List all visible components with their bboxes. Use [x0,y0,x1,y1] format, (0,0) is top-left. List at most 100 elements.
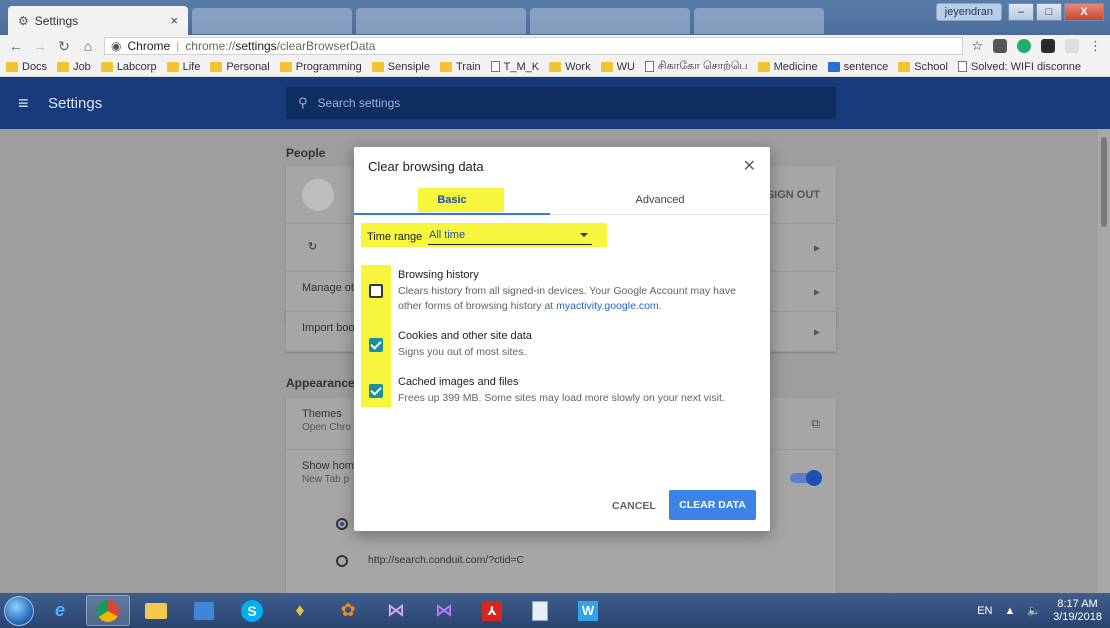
bookmark-item[interactable]: Docs [6,61,47,73]
menu-hamburger-icon[interactable]: ≡ [18,93,38,114]
folder-icon [279,61,292,72]
bookmark-label: Personal [226,60,270,73]
tray-expand-icon[interactable]: ▲ [1004,605,1015,617]
grammarly-icon[interactable] [1017,39,1031,53]
row-label: Manage ot [302,282,354,294]
sign-out-button[interactable]: SIGN OUT [767,189,820,201]
close-icon[interactable]: ✕ [743,156,756,176]
dropdown-caret-icon [580,233,588,237]
show-home-toggle[interactable] [790,470,822,486]
skype-icon[interactable]: S [230,595,274,626]
bookmark-item[interactable]: Sensiple [371,61,430,73]
radio-new-tab[interactable] [336,518,348,530]
bookmark-item[interactable]: WU [600,60,635,73]
language-indicator[interactable]: EN [977,605,992,617]
folder-icon [898,61,911,72]
windows-taskbar: e S ♦ ✿ ⋈ ⋈ ⅄ W EN ▲ 🔈 8:17 AM 3/19/2018 [0,593,1110,628]
page-scrollbar[interactable] [1098,129,1110,593]
time-range-select[interactable]: All time [428,229,592,245]
bookmark-item[interactable]: Medicine [757,61,818,73]
browsing-history-checkbox[interactable] [369,284,383,298]
option-title: Cookies and other site data [398,330,532,342]
folder-icon [166,61,179,72]
bookmark-item[interactable]: Train [439,61,481,73]
bookmark-item[interactable]: Life [166,61,200,73]
bookmark-item[interactable]: சிகாகோ சொற்பெ [644,60,748,74]
back-icon[interactable]: ← [8,38,24,54]
vs-code-icon[interactable]: ⋈ [374,595,418,626]
radio-custom-url[interactable] [336,555,348,567]
clear-data-button[interactable]: CLEAR DATA [669,490,756,520]
extension-icon[interactable] [1065,39,1079,53]
background-tab[interactable] [694,8,824,34]
clock[interactable]: 8:17 AM 3/19/2018 [1053,598,1102,624]
search-settings-input[interactable]: ⚲ Search settings [286,87,836,119]
window-controls: jeyendran – □ X [935,3,1104,21]
home-icon[interactable]: ⌂ [80,38,96,54]
scrollbar-thumb[interactable] [1101,137,1107,227]
bookmark-label: Work [565,60,591,73]
clock-date: 3/19/2018 [1053,610,1102,623]
option-description: Frees up 399 MB. Some sites may load mor… [398,392,725,404]
background-tab[interactable] [530,8,690,34]
myactivity-link[interactable]: myactivity.google.com [556,300,659,312]
bookmark-label: Docs [22,60,48,73]
external-link-icon[interactable]: ⧉ [811,416,820,431]
section-people: People [286,146,326,160]
bookmark-item[interactable]: Work [549,60,591,73]
document-app-icon[interactable] [518,595,562,626]
start-button[interactable] [4,595,34,626]
profile-button[interactable]: jeyendran [935,3,1002,21]
folder-icon [100,61,113,72]
address-bar[interactable]: ◉ Chrome | chrome://settings/clearBrowse… [104,37,964,55]
visual-studio-icon[interactable]: ⋈ [422,595,466,626]
tab-close-icon[interactable]: × [170,13,178,28]
cookies-checkbox[interactable] [369,338,383,352]
reload-icon[interactable]: ↻ [56,38,72,55]
bookmark-item[interactable]: Job [57,61,91,73]
sync-icon: ↻ [308,241,318,253]
bookmark-item[interactable]: Solved: WIFI disconne [957,61,1081,73]
tool-app-icon[interactable]: ♦ [278,595,322,626]
gear-icon: ⚙ [18,13,29,28]
bookmark-item[interactable]: sentence [827,61,888,73]
extension-icon[interactable] [1041,39,1055,53]
bookmark-item[interactable]: Programming [279,61,362,73]
folder-icon [57,61,70,72]
chrome-taskbar-icon[interactable] [86,595,130,626]
folder-icon [439,61,452,72]
volume-icon[interactable]: 🔈 [1027,604,1041,617]
cached-images-checkbox[interactable] [369,384,383,398]
wave-app-icon[interactable]: W [566,595,610,626]
background-tab[interactable] [356,8,526,34]
maximize-button[interactable]: □ [1036,3,1062,21]
menu-icon[interactable]: ⋮ [1089,38,1102,54]
close-window-button[interactable]: X [1064,3,1104,21]
bookmark-label: WU [616,60,635,73]
tab-title: Settings [34,13,79,28]
acrobat-icon[interactable]: ⅄ [470,595,514,626]
background-tab[interactable] [192,8,352,34]
extension-icon[interactable] [993,39,1007,53]
bookmark-item[interactable]: T_M_K [490,60,540,73]
tab-basic[interactable]: Basic [354,185,550,215]
clear-browsing-data-dialog: Clear browsing data ✕ Basic Advanced Tim… [354,147,770,531]
address-separator: | [176,39,180,53]
tab-advanced[interactable]: Advanced [562,185,758,215]
bookmark-item[interactable]: Personal [210,60,270,73]
tab-settings[interactable]: ⚙ Settings × [8,6,188,35]
cancel-button[interactable]: CANCEL [604,492,664,520]
forward-icon[interactable]: → [32,38,48,54]
star-icon[interactable]: ☆ [971,38,983,54]
people-app-icon[interactable]: ✿ [326,595,370,626]
bookmark-label: T_M_K [503,60,540,73]
folder-icon [549,61,562,72]
tab-advanced-label: Advanced [635,194,685,206]
network-app-icon[interactable] [182,595,226,626]
file-explorer-icon[interactable] [134,595,178,626]
bookmark-item[interactable]: School [898,61,948,73]
minimize-button[interactable]: – [1008,3,1034,21]
ie-icon[interactable]: e [38,595,82,626]
time-range-value: All time [429,229,466,241]
bookmark-item[interactable]: Labcorp [100,61,157,73]
